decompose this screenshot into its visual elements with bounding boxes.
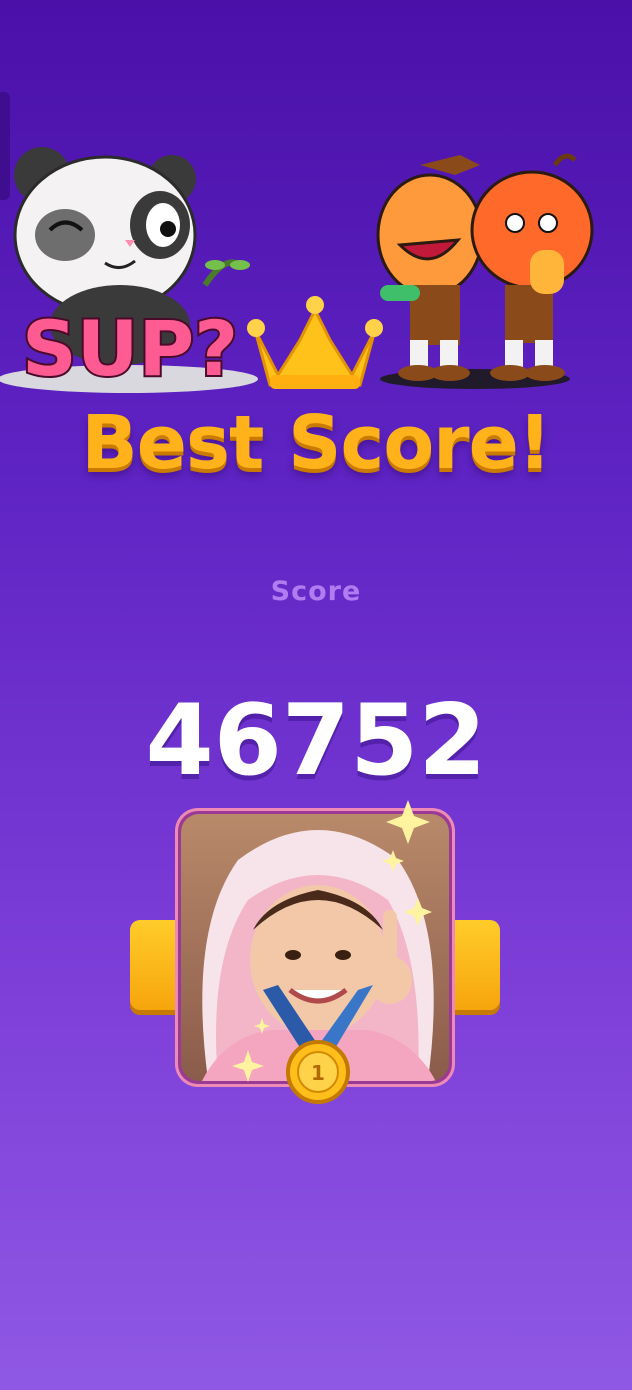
svg-text:SUP?: SUP? <box>22 304 238 393</box>
avatar: 1 <box>181 800 449 1104</box>
panda-sticker: SUP? <box>0 147 258 395</box>
medal-icon: 1 <box>286 1040 350 1104</box>
best-score-title: Best Score! <box>81 400 551 486</box>
svg-text:1: 1 <box>311 1061 325 1085</box>
score-value: 46752 <box>145 684 487 798</box>
score-label: Score <box>270 576 362 607</box>
sticker-row: SUP? <box>0 147 594 395</box>
crown-icon <box>247 296 383 389</box>
pumpkin-characters-sticker <box>376 153 594 389</box>
